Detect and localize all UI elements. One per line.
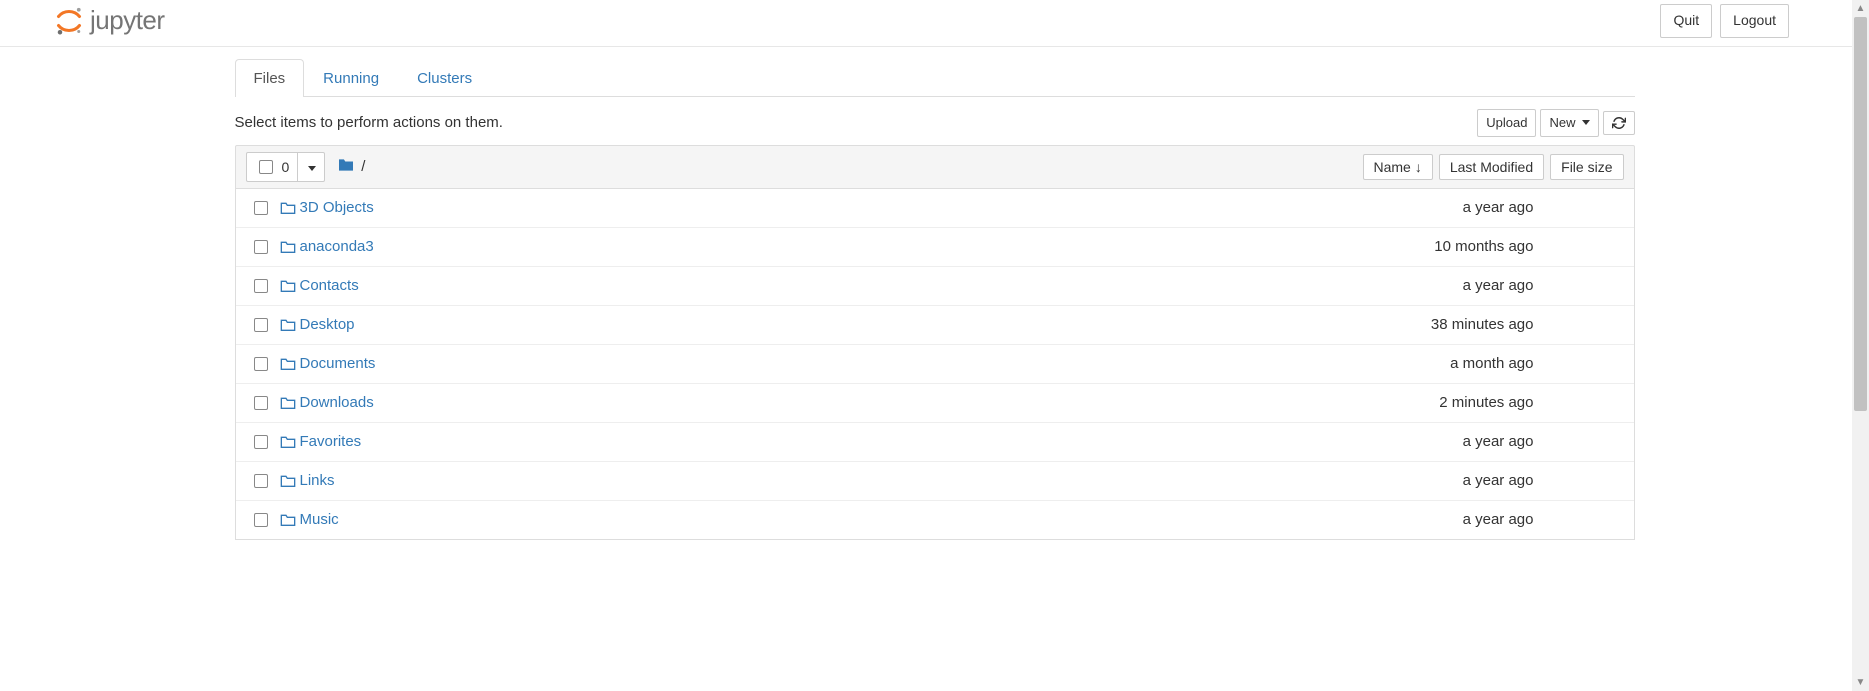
- sort-modified-button[interactable]: Last Modified: [1439, 154, 1544, 180]
- chevron-down-icon: [1582, 120, 1590, 125]
- sort-size-label: File size: [1561, 159, 1612, 175]
- folder-icon: [276, 279, 300, 293]
- row-checkbox[interactable]: [254, 357, 268, 371]
- row-checkbox-wrap: [246, 354, 276, 374]
- breadcrumb-separator: /: [361, 158, 365, 175]
- vertical-scrollbar[interactable]: ▲ ▼: [1852, 0, 1869, 691]
- file-list: 3D Objects a year ago anaconda3 10 months a…: [235, 189, 1635, 540]
- folder-icon[interactable]: [337, 158, 355, 176]
- select-filter-dropdown[interactable]: [298, 155, 324, 179]
- sort-name-button[interactable]: Name ↓: [1363, 154, 1433, 180]
- toolbar: Select items to perform actions on them.…: [235, 97, 1635, 145]
- file-name-link[interactable]: anaconda3: [300, 238, 374, 255]
- arrow-down-icon: ↓: [1415, 159, 1422, 175]
- brand-name: jupyter: [90, 5, 165, 36]
- folder-icon: [276, 396, 300, 410]
- row-checkbox[interactable]: [254, 318, 268, 332]
- file-name-link[interactable]: Desktop: [300, 316, 355, 333]
- file-name-link[interactable]: Favorites: [300, 433, 362, 450]
- file-name-link[interactable]: Links: [300, 472, 335, 489]
- row-checkbox[interactable]: [254, 279, 268, 293]
- file-modified: a year ago: [1354, 199, 1544, 216]
- file-modified: a year ago: [1354, 277, 1544, 294]
- logout-button[interactable]: Logout: [1720, 4, 1789, 38]
- file-name-link[interactable]: Music: [300, 511, 339, 528]
- tabs: Files Running Clusters: [235, 59, 1635, 97]
- row-checkbox-wrap: [246, 471, 276, 491]
- file-modified: a month ago: [1354, 355, 1544, 372]
- file-row: Downloads 2 minutes ago: [236, 384, 1634, 423]
- file-modified: 10 months ago: [1354, 238, 1544, 255]
- row-checkbox-wrap: [246, 237, 276, 257]
- row-checkbox-wrap: [246, 276, 276, 296]
- row-checkbox-wrap: [246, 510, 276, 530]
- row-checkbox[interactable]: [254, 435, 268, 449]
- row-checkbox[interactable]: [254, 240, 268, 254]
- file-modified: a year ago: [1354, 511, 1544, 528]
- sort-size-button[interactable]: File size: [1550, 154, 1623, 180]
- upload-button[interactable]: Upload: [1477, 109, 1536, 137]
- select-all-input[interactable]: [259, 160, 273, 174]
- refresh-button[interactable]: [1603, 111, 1635, 135]
- new-button[interactable]: New: [1540, 109, 1598, 137]
- scroll-track[interactable]: [1852, 17, 1869, 674]
- tab-files[interactable]: Files: [235, 59, 305, 97]
- file-row: Music a year ago: [236, 501, 1634, 539]
- file-row: Contacts a year ago: [236, 267, 1634, 306]
- file-modified: a year ago: [1354, 472, 1544, 489]
- row-checkbox[interactable]: [254, 474, 268, 488]
- folder-icon: [276, 201, 300, 215]
- sort-name-label: Name: [1374, 159, 1411, 175]
- folder-icon: [276, 474, 300, 488]
- file-name-link[interactable]: 3D Objects: [300, 199, 374, 216]
- page-header: jupyter Quit Logout: [0, 0, 1869, 47]
- toolbar-actions: Upload New: [1477, 109, 1634, 137]
- row-checkbox-wrap: [246, 432, 276, 452]
- row-checkbox-wrap: [246, 315, 276, 335]
- file-row: Links a year ago: [236, 462, 1634, 501]
- folder-icon: [276, 435, 300, 449]
- row-checkbox[interactable]: [254, 396, 268, 410]
- row-checkbox-wrap: [246, 198, 276, 218]
- file-name-link[interactable]: Documents: [300, 355, 376, 372]
- quit-button[interactable]: Quit: [1660, 4, 1712, 38]
- selected-count: 0: [282, 159, 290, 175]
- folder-icon: [276, 240, 300, 254]
- file-row: Favorites a year ago: [236, 423, 1634, 462]
- row-checkbox[interactable]: [254, 513, 268, 527]
- folder-icon: [276, 357, 300, 371]
- logo[interactable]: jupyter: [54, 5, 165, 36]
- header-buttons: Quit Logout: [1660, 4, 1789, 38]
- file-modified: a year ago: [1354, 433, 1544, 450]
- select-all-checkbox[interactable]: 0: [247, 153, 299, 181]
- file-name-link[interactable]: Downloads: [300, 394, 374, 411]
- file-row: Documents a month ago: [236, 345, 1634, 384]
- row-checkbox-wrap: [246, 393, 276, 413]
- main-container: Files Running Clusters Select items to p…: [215, 59, 1655, 540]
- tab-clusters[interactable]: Clusters: [398, 59, 491, 97]
- file-row: anaconda3 10 months ago: [236, 228, 1634, 267]
- file-list-header: 0 / Name ↓ Last Modified File size: [235, 145, 1635, 189]
- select-all-group: 0: [246, 152, 326, 182]
- file-name-link[interactable]: Contacts: [300, 277, 359, 294]
- tab-running[interactable]: Running: [304, 59, 398, 97]
- file-row: 3D Objects a year ago: [236, 189, 1634, 228]
- scroll-down-arrow-icon[interactable]: ▼: [1852, 674, 1869, 691]
- new-button-label: New: [1549, 114, 1575, 132]
- toolbar-hint: Select items to perform actions on them.: [235, 114, 503, 131]
- folder-icon: [276, 513, 300, 527]
- scroll-thumb[interactable]: [1854, 17, 1867, 411]
- file-modified: 38 minutes ago: [1354, 316, 1544, 333]
- scroll-up-arrow-icon[interactable]: ▲: [1852, 0, 1869, 17]
- sort-modified-label: Last Modified: [1450, 159, 1533, 175]
- file-row: Desktop 38 minutes ago: [236, 306, 1634, 345]
- breadcrumb: /: [337, 158, 365, 176]
- jupyter-icon: [54, 6, 84, 36]
- row-checkbox[interactable]: [254, 201, 268, 215]
- chevron-down-icon: [308, 166, 316, 171]
- folder-icon: [276, 318, 300, 332]
- file-modified: 2 minutes ago: [1354, 394, 1544, 411]
